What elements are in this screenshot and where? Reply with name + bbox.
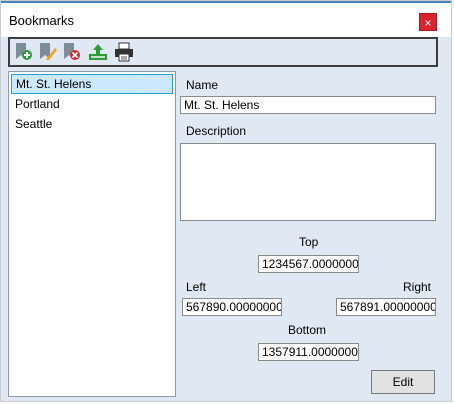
left-label: Left [186,280,207,294]
delete-bookmark-button[interactable] [62,42,82,62]
close-button[interactable]: × [419,13,437,31]
edit-button[interactable]: Edit [371,370,435,394]
name-field[interactable]: Mt. St. Helens [180,96,436,114]
bookmark-list-item[interactable]: Mt. St. Helens [11,74,173,94]
add-bookmark-icon [16,43,32,60]
delete-bookmark-icon [64,43,80,60]
bookmark-list[interactable]: Mt. St. Helens Portland Seattle [8,71,176,397]
right-field[interactable]: 567891.00000000 [336,298,436,316]
right-label: Right [403,280,432,294]
edit-bookmark-button[interactable] [38,42,58,62]
print-icon [115,42,133,62]
toolbar [8,37,438,67]
top-field[interactable]: 1234567.0000000 [258,255,359,273]
add-bookmark-button[interactable] [14,42,34,62]
import-export-button[interactable] [88,42,108,62]
bookmark-list-item[interactable]: Seattle [11,114,173,134]
import-export-icon [89,44,107,60]
description-label: Description [186,124,247,138]
window-title: Bookmarks [9,13,75,28]
print-button[interactable] [114,42,134,62]
edit-bookmark-icon [40,43,57,60]
title-bar: Bookmarks × [1,1,451,37]
bookmark-list-item[interactable]: Portland [11,94,173,114]
bookmarks-window: Bookmarks × Mt. St. Helens Portland Seat… [0,0,452,402]
description-field[interactable] [180,143,436,221]
bottom-field[interactable]: 1357911.0000000 [258,343,359,361]
left-field[interactable]: 567890.00000000 [182,298,282,316]
bottom-label: Bottom [288,323,327,337]
name-label: Name [186,78,219,92]
top-label: Top [299,235,319,249]
